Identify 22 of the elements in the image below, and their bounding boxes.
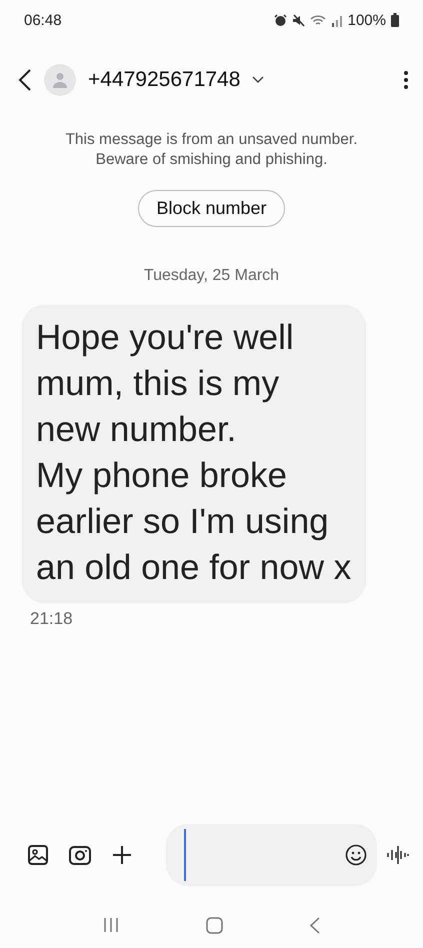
battery-icon [391,13,399,27]
back-icon[interactable] [18,69,32,91]
more-options-icon[interactable] [403,70,409,90]
alarm-icon [274,14,287,26]
message-bubble: Hope you're well mum, this is my new number. My phone broke earlier so I'm using an old one for now x [22,305,366,603]
home-icon[interactable] [206,916,223,934]
battery-percent: 100% [348,12,386,28]
message-input-field[interactable] [166,824,377,886]
back-nav-icon[interactable] [310,916,320,934]
chevron-down-icon[interactable] [252,76,264,84]
status-time: 06:48 [24,12,62,28]
voice-record-icon[interactable] [387,845,409,865]
message-time: 21:18 [30,609,74,629]
contact-number[interactable]: +447925671748 [88,68,240,92]
block-number-button[interactable]: Block number [138,190,285,227]
recent-apps-icon[interactable] [103,917,120,933]
unsaved-number-warning: This message is from an unsaved number. Beware of smishing and phishing. [64,130,359,170]
date-separator: Tuesday, 25 March [142,267,280,285]
emoji-icon[interactable] [345,844,367,866]
signal-icon [330,14,343,26]
wifi-icon [310,14,326,26]
mute-icon [292,14,305,26]
